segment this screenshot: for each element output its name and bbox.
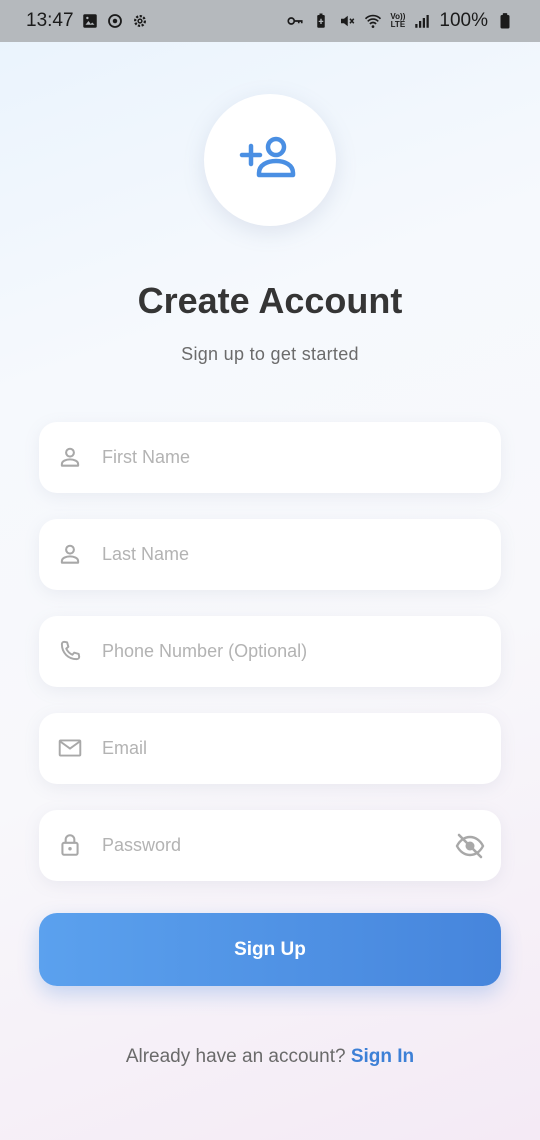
lock-icon xyxy=(57,832,83,858)
signal-icon xyxy=(413,12,431,30)
first-name-field[interactable] xyxy=(39,422,501,493)
phone-field[interactable] xyxy=(39,616,501,687)
phone-input[interactable] xyxy=(102,616,442,687)
last-name-input[interactable] xyxy=(102,519,442,590)
image-icon xyxy=(81,12,99,30)
battery-saver-icon xyxy=(312,12,330,30)
muted-icon xyxy=(338,12,356,30)
page-title: Create Account xyxy=(137,280,403,321)
person-icon xyxy=(57,444,83,470)
password-field[interactable] xyxy=(39,810,501,881)
status-right: Vo)) LTE 100% xyxy=(286,10,514,32)
phone-icon xyxy=(57,638,83,664)
person-icon xyxy=(57,541,83,567)
email-input[interactable] xyxy=(102,713,442,784)
mail-icon xyxy=(57,735,83,761)
signin-prompt-text: Already have an account? xyxy=(125,1046,346,1067)
email-field[interactable] xyxy=(39,713,501,784)
status-bar: 13:47 Vo)) LTE 100% xyxy=(0,0,540,42)
vpn-key-icon xyxy=(286,12,304,30)
signup-button[interactable]: Sign Up xyxy=(39,913,501,986)
person-add-icon xyxy=(239,136,296,178)
settings-icon xyxy=(131,12,149,30)
signin-prompt: Already have an account? Sign In xyxy=(0,1046,540,1068)
avatar-badge xyxy=(204,94,336,226)
password-input[interactable] xyxy=(102,810,442,881)
battery-percent: 100% xyxy=(439,10,488,31)
status-time: 13:47 xyxy=(26,10,74,31)
last-name-field[interactable] xyxy=(39,519,501,590)
volte-icon: Vo)) LTE xyxy=(390,13,405,29)
first-name-input[interactable] xyxy=(102,422,442,493)
visibility-off-icon[interactable] xyxy=(455,832,485,860)
status-left: 13:47 xyxy=(26,10,149,32)
volte-bottom-text: LTE xyxy=(390,20,406,29)
page-subtitle: Sign up to get started xyxy=(181,344,359,364)
battery-icon xyxy=(496,12,514,30)
wifi-icon xyxy=(364,12,382,30)
sync-icon xyxy=(106,12,124,30)
signin-link[interactable]: Sign In xyxy=(351,1046,414,1067)
